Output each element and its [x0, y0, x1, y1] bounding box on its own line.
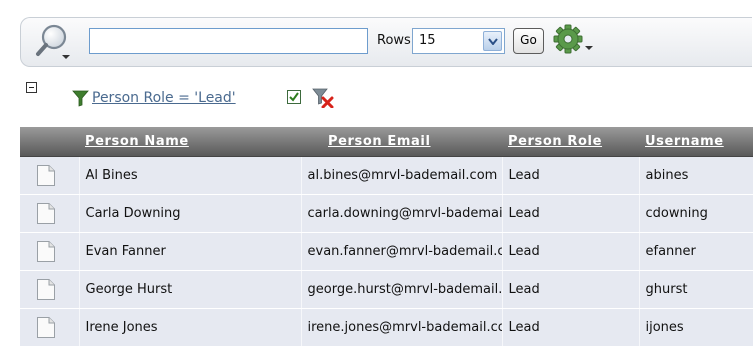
- cell-role: Lead: [501, 194, 639, 233]
- cell-email: irene.jones@mrvl-bademail.com: [300, 308, 502, 347]
- search-toolbar: Rows 15 Go: [20, 17, 752, 67]
- column-header-person-name[interactable]: Person Name: [79, 127, 301, 157]
- cell-role: Lead: [501, 232, 639, 271]
- report-table: Person Name Person Email Person Role Use…: [20, 127, 753, 347]
- column-header-person-email[interactable]: Person Email: [301, 127, 502, 157]
- cell-username: abines: [638, 156, 753, 195]
- row-link-cell[interactable]: [20, 232, 79, 271]
- column-header-label[interactable]: Person Name: [85, 134, 189, 149]
- document-icon[interactable]: [37, 203, 55, 224]
- row-link-cell[interactable]: [20, 194, 79, 233]
- cell-name: Carla Downing: [78, 194, 301, 233]
- column-header-label[interactable]: Person Email: [328, 134, 431, 149]
- filter-condition-link[interactable]: Person Role = 'Lead': [92, 90, 236, 106]
- cell-username: cdowning: [638, 194, 753, 233]
- funnel-icon: [72, 90, 89, 107]
- go-button[interactable]: Go: [513, 28, 544, 54]
- checkmark-icon: [289, 92, 299, 102]
- cell-name: Al Bines: [78, 156, 301, 195]
- table-row: Al Bines al.bines@mrvl-bademail.com Lead ab…: [20, 156, 753, 195]
- row-link-cell[interactable]: [20, 270, 79, 309]
- table-row: George Hurstgeorge.hurst@mrvl-bademail.c…: [20, 270, 753, 309]
- document-icon[interactable]: [37, 241, 55, 262]
- remove-filter-icon[interactable]: [312, 88, 334, 108]
- rows-label: Rows: [377, 33, 411, 48]
- cell-name: Irene Jones: [78, 308, 301, 347]
- column-header-person-role[interactable]: Person Role: [502, 127, 639, 157]
- cell-username: efanner: [638, 232, 753, 271]
- document-icon[interactable]: [37, 165, 55, 186]
- table-row: Evan Fannerevan.fanner@mrvl-bademail.com…: [20, 232, 753, 271]
- rows-select[interactable]: 15: [412, 28, 505, 54]
- column-header-link-column: [20, 127, 79, 157]
- document-icon[interactable]: [37, 317, 55, 338]
- cell-email: evan.fanner@mrvl-bademail.com: [300, 232, 502, 271]
- column-header-label[interactable]: Username: [645, 134, 724, 149]
- cell-username: ijones: [638, 308, 753, 347]
- column-header-username[interactable]: Username: [639, 127, 753, 157]
- cell-email: george.hurst@mrvl-bademail.com: [300, 270, 502, 309]
- row-link-cell[interactable]: [20, 308, 79, 347]
- cell-name: George Hurst: [78, 270, 301, 309]
- column-header-label[interactable]: Person Role: [508, 134, 602, 149]
- cell-email: al.bines@mrvl-bademail.com: [300, 156, 502, 195]
- magnifier-icon: [36, 24, 70, 59]
- table-header-row: Person Name Person Email Person Role Use…: [20, 127, 753, 157]
- search-input[interactable]: [89, 28, 368, 54]
- cell-role: Lead: [501, 270, 639, 309]
- cell-name: Evan Fanner: [78, 232, 301, 271]
- table-row: Carla Downingcarla.downing@mrvl-bademail…: [20, 194, 753, 233]
- cell-role: Lead: [501, 156, 639, 195]
- table-row: Irene Jones irene.jones@mrvl-bademail.com…: [20, 308, 753, 347]
- collapse-filters-toggle[interactable]: [26, 82, 37, 93]
- cell-username: ghurst: [638, 270, 753, 309]
- filter-enabled-checkbox[interactable]: [287, 90, 301, 104]
- rows-selected-value: 15: [419, 33, 436, 48]
- document-icon[interactable]: [37, 279, 55, 300]
- gear-icon: [553, 24, 593, 54]
- cell-email: carla.downing@mrvl-bademail.com: [300, 194, 502, 233]
- chevron-down-icon[interactable]: [483, 31, 502, 51]
- cell-role: Lead: [501, 308, 639, 347]
- actions-menu-button[interactable]: [551, 24, 599, 58]
- search-options-button[interactable]: [33, 22, 79, 62]
- row-link-cell[interactable]: [20, 156, 79, 195]
